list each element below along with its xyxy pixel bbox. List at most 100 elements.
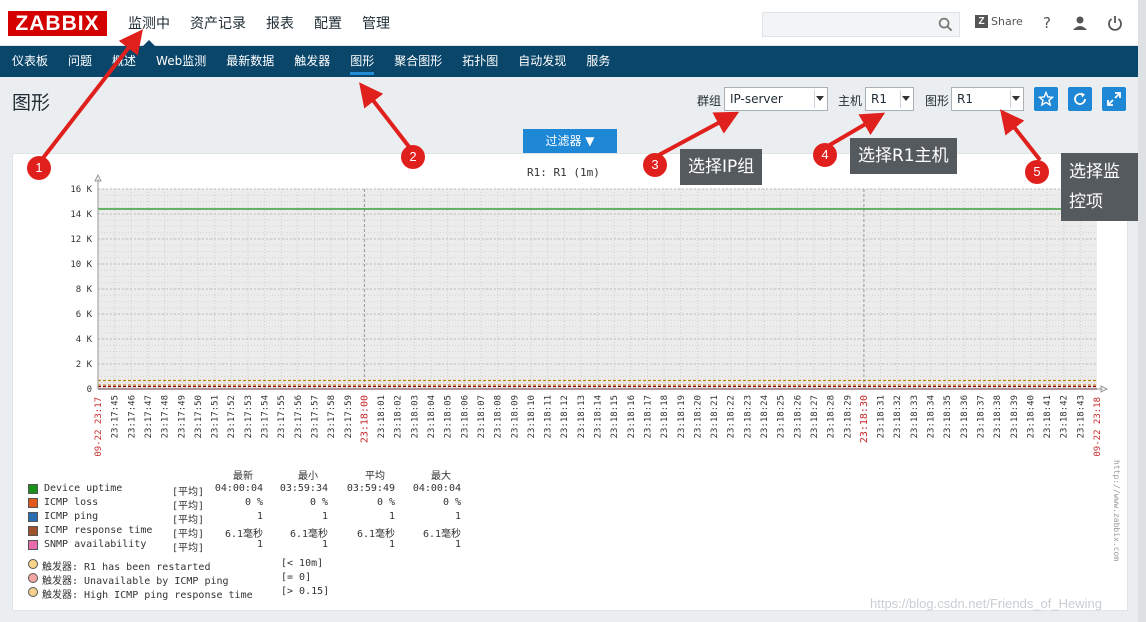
trigger-condition: [< 10m] bbox=[281, 558, 324, 569]
x-end-label: 09-22 23:18 bbox=[1093, 397, 1103, 457]
x-tick-label: 23:18:36 bbox=[960, 395, 970, 438]
x-tick-label: 23:18:17 bbox=[643, 395, 653, 438]
legend-value-last: 04:00:04 bbox=[214, 483, 263, 494]
trigger-dot bbox=[28, 587, 38, 597]
annotation-note-4: 选择R1主机 bbox=[850, 138, 957, 174]
x-tick-label: 23:18:31 bbox=[877, 395, 887, 438]
zabbix-url: http://www.zabbix.com bbox=[1112, 460, 1121, 562]
legend-value-last: 1 bbox=[256, 539, 263, 550]
x-tick-label: 23:18:39 bbox=[1010, 395, 1020, 438]
x-tick-label: 23:17:52 bbox=[227, 395, 237, 438]
legend-value-min: 1 bbox=[321, 511, 328, 522]
x-tick-label: 23:18:25 bbox=[777, 395, 787, 438]
x-tick-label: 23:18:06 bbox=[460, 395, 470, 438]
graph-chart: 16 K 14 K 12 K 10 K 8 K 6 K 4 K 2 K 0 23:17:45 23:… bbox=[70, 173, 1109, 457]
x-tick-label: 23:17:48 bbox=[161, 395, 171, 438]
legend-item-name: ICMP response time bbox=[44, 525, 153, 536]
x-tick-label: 23:18:18 bbox=[660, 395, 670, 438]
trigger-dot bbox=[28, 573, 38, 583]
legend-header-last: 最新 bbox=[233, 471, 253, 482]
legend-item-function: [平均] bbox=[172, 501, 205, 512]
legend-value-avg: 03:59:49 bbox=[346, 483, 395, 494]
x-start-label: 09-22 23:17 bbox=[94, 397, 104, 457]
trigger-dot bbox=[28, 559, 38, 569]
x-tick-label: 23:18:07 bbox=[477, 395, 487, 438]
x-tick-label: 23:18:20 bbox=[693, 395, 703, 438]
x-tick-label: 23:18:02 bbox=[394, 395, 404, 438]
x-tick-label: 23:18:09 bbox=[510, 395, 520, 438]
x-tick-label: 23:18:35 bbox=[943, 395, 953, 438]
legend-value-min: 1 bbox=[321, 539, 328, 550]
legend-value-max: 0 % bbox=[442, 497, 461, 508]
y-tick-label: 8 K bbox=[76, 285, 93, 295]
x-tick-label: 23:18:08 bbox=[494, 395, 504, 438]
x-tick-label: 23:17:57 bbox=[310, 395, 320, 438]
x-tick-label: 23:18:33 bbox=[910, 395, 920, 438]
x-tick-label: 23:18:14 bbox=[594, 395, 604, 438]
x-tick-label: 23:17:50 bbox=[194, 395, 204, 438]
legend-value-avg: 1 bbox=[388, 539, 395, 550]
legend-swatch bbox=[28, 512, 38, 522]
x-tick-label: 23:17:45 bbox=[111, 395, 121, 438]
legend-item-name: Device uptime bbox=[44, 483, 123, 494]
y-tick-label: 2 K bbox=[76, 360, 93, 370]
legend-value-min: 0 % bbox=[309, 497, 328, 508]
legend-item-name: ICMP loss bbox=[44, 497, 99, 508]
y-tick-label: 6 K bbox=[76, 310, 93, 320]
x-tick-label: 23:18:21 bbox=[710, 395, 720, 438]
x-tick-label: 23:17:58 bbox=[327, 395, 337, 438]
legend-value-avg: 1 bbox=[388, 511, 395, 522]
x-tick-label: 23:17:49 bbox=[177, 395, 187, 438]
x-tick-label: 23:18:01 bbox=[377, 395, 387, 438]
annotation-marker-5: 5 bbox=[1025, 160, 1049, 184]
x-tick-label: 23:18:16 bbox=[627, 395, 637, 438]
x-tick-label: 23:18:29 bbox=[843, 395, 853, 438]
x-tick-label: 23:18:19 bbox=[677, 395, 687, 438]
legend-item-name: SNMP availability bbox=[44, 539, 147, 550]
x-tick-label: 23:18:32 bbox=[893, 395, 903, 438]
annotation-marker-4: 4 bbox=[813, 143, 837, 167]
legend-swatch bbox=[28, 526, 38, 536]
legend-value-max: 6.1毫秒 bbox=[422, 529, 461, 540]
legend-value-max: 1 bbox=[454, 511, 461, 522]
legend-value-max: 1 bbox=[454, 539, 461, 550]
legend-item-function: [平均] bbox=[172, 543, 205, 554]
x-tick-label: 23:18:26 bbox=[793, 395, 803, 438]
annotation-note-3: 选择IP组 bbox=[680, 149, 763, 185]
trigger-condition: [= 0] bbox=[281, 572, 312, 583]
trigger-text: 触发器: Unavailable by ICMP ping bbox=[42, 576, 229, 587]
x-tick-label: 23:18:22 bbox=[727, 395, 737, 438]
legend-item-function: [平均] bbox=[172, 529, 205, 540]
x-tick-label: 23:18:03 bbox=[410, 395, 420, 438]
y-tick-label: 0 bbox=[87, 385, 92, 395]
x-tick-label: 23:17:47 bbox=[144, 395, 154, 438]
legend-value-last: 0 % bbox=[244, 497, 263, 508]
legend-header-avg: 平均 bbox=[365, 471, 385, 482]
legend-item-function: [平均] bbox=[172, 487, 205, 498]
x-tick-label: 23:17:54 bbox=[261, 395, 271, 438]
legend-header-min: 最小 bbox=[298, 471, 318, 482]
legend-header-max: 最大 bbox=[431, 471, 451, 482]
legend-value-min: 6.1毫秒 bbox=[289, 529, 328, 540]
x-tick-label: 23:18:43 bbox=[1076, 395, 1086, 438]
annotation-marker-1: 1 bbox=[27, 156, 51, 180]
legend-swatch bbox=[28, 484, 38, 494]
annotation-marker-3: 3 bbox=[643, 153, 667, 177]
legend-value-avg: 6.1毫秒 bbox=[356, 529, 395, 540]
x-tick-label: 23:18:34 bbox=[927, 395, 937, 438]
legend-value-min: 03:59:34 bbox=[279, 483, 328, 494]
y-tick-label: 4 K bbox=[76, 335, 93, 345]
annotation-marker-2: 2 bbox=[401, 145, 425, 169]
legend-item-name: ICMP ping bbox=[44, 511, 99, 522]
x-tick-label: 23:18:27 bbox=[810, 395, 820, 438]
legend-value-last: 6.1毫秒 bbox=[224, 529, 263, 540]
x-tick-label: 23:18:30 bbox=[859, 395, 870, 443]
x-tick-label: 23:17:51 bbox=[211, 395, 221, 438]
x-tick-label: 23:18:04 bbox=[427, 395, 437, 438]
trigger-text: 触发器: R1 has been restarted bbox=[42, 562, 211, 573]
x-tick-label: 23:18:13 bbox=[577, 395, 587, 438]
x-tick-label: 23:18:28 bbox=[827, 395, 837, 438]
x-tick-label: 23:17:53 bbox=[244, 395, 254, 438]
x-tick-label: 23:18:40 bbox=[1026, 395, 1036, 438]
legend-item-function: [平均] bbox=[172, 515, 205, 526]
